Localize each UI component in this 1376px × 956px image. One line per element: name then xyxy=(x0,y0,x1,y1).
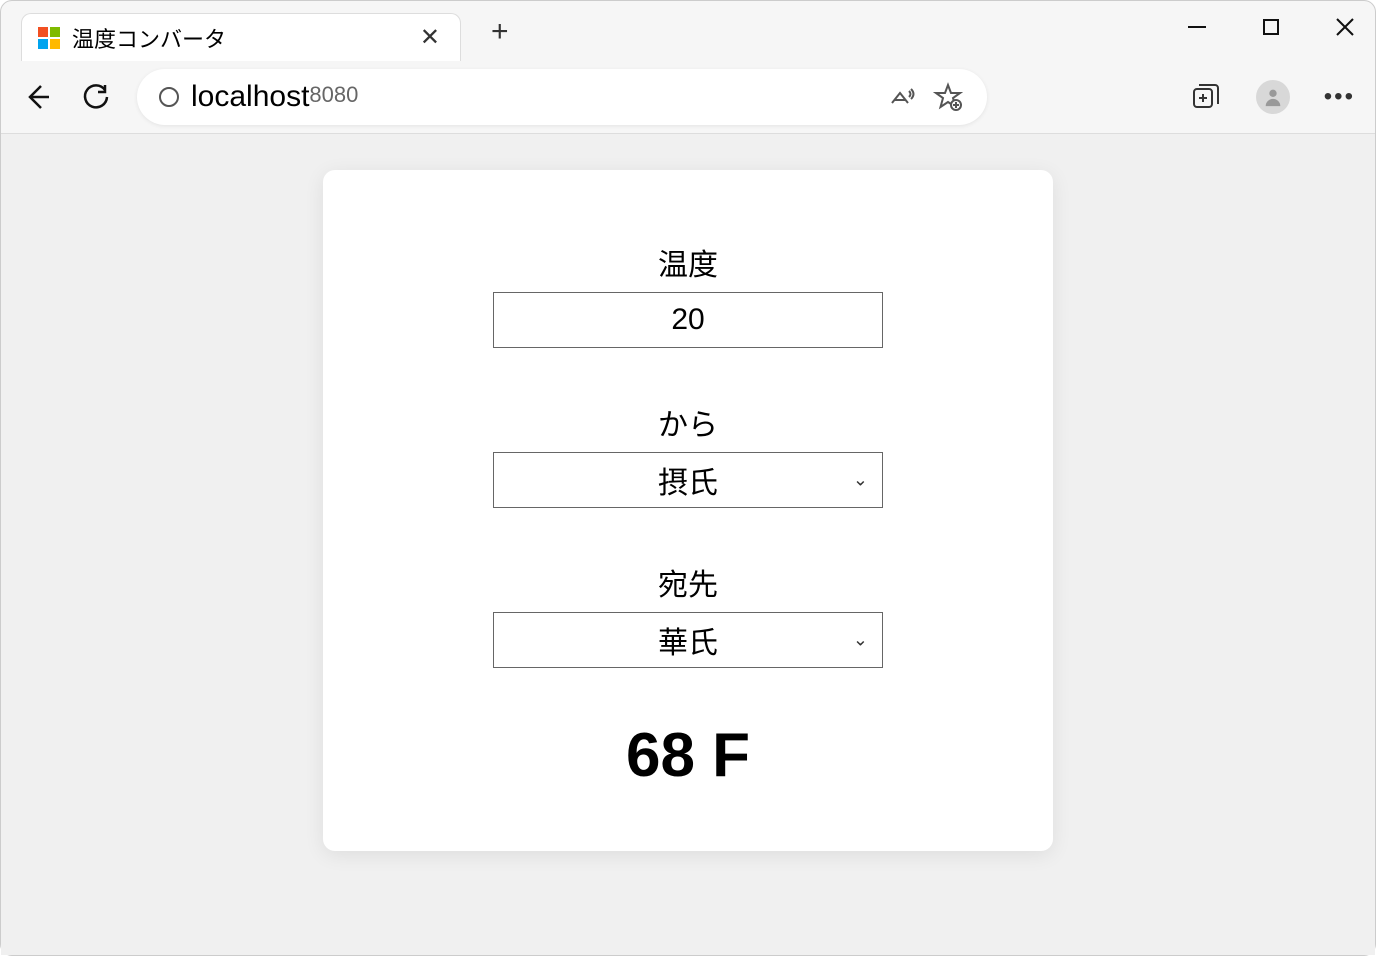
browser-toolbar: localhost8080 ••• xyxy=(1,61,1375,133)
back-button[interactable] xyxy=(21,80,55,114)
favorite-icon[interactable] xyxy=(931,80,965,114)
page-content: 温度 から 摂氏 ⌄ 宛先 華氏 ⌄ 68 F xyxy=(1,133,1375,955)
new-tab-button[interactable]: + xyxy=(481,11,519,53)
temperature-group: 温度 xyxy=(363,240,1013,348)
profile-avatar[interactable] xyxy=(1256,80,1290,114)
address-bar[interactable]: localhost8080 xyxy=(137,69,987,125)
to-select-value: 華氏 xyxy=(658,618,718,662)
tab-title: 温度コンバータ xyxy=(72,22,404,54)
to-select[interactable]: 華氏 ⌄ xyxy=(493,612,883,668)
chevron-down-icon: ⌄ xyxy=(853,470,868,491)
to-group: 宛先 華氏 ⌄ xyxy=(363,560,1013,668)
from-group: から 摂氏 ⌄ xyxy=(363,400,1013,508)
from-select-value: 摂氏 xyxy=(658,458,718,502)
from-label: から xyxy=(363,400,1013,444)
maximize-button[interactable] xyxy=(1253,9,1289,45)
browser-window: 温度コンバータ ✕ + localhost8080 xyxy=(0,0,1376,956)
browser-tab[interactable]: 温度コンバータ ✕ xyxy=(21,13,461,61)
address-host: localhost xyxy=(191,80,309,114)
from-select[interactable]: 摂氏 ⌄ xyxy=(493,452,883,508)
address-text: localhost8080 xyxy=(191,80,358,114)
temperature-input[interactable] xyxy=(506,303,870,337)
toolbar-right: ••• xyxy=(1188,80,1355,114)
window-controls xyxy=(1179,9,1363,45)
minimize-button[interactable] xyxy=(1179,9,1215,45)
settings-menu-icon[interactable]: ••• xyxy=(1324,83,1355,111)
microsoft-logo-icon xyxy=(38,27,60,49)
address-port: 8080 xyxy=(309,82,358,108)
close-window-button[interactable] xyxy=(1327,9,1363,45)
refresh-button[interactable] xyxy=(79,80,113,114)
tab-bar: 温度コンバータ ✕ + xyxy=(1,1,1375,61)
result-text: 68 F xyxy=(363,720,1013,791)
temperature-label: 温度 xyxy=(363,240,1013,284)
converter-card: 温度 から 摂氏 ⌄ 宛先 華氏 ⌄ 68 F xyxy=(323,170,1053,851)
site-info-icon xyxy=(159,87,179,107)
read-aloud-icon[interactable] xyxy=(885,80,919,114)
chevron-down-icon: ⌄ xyxy=(853,630,868,651)
collections-icon[interactable] xyxy=(1188,80,1222,114)
to-label: 宛先 xyxy=(363,560,1013,604)
temperature-input-wrapper xyxy=(493,292,883,348)
close-tab-button[interactable]: ✕ xyxy=(416,22,444,54)
